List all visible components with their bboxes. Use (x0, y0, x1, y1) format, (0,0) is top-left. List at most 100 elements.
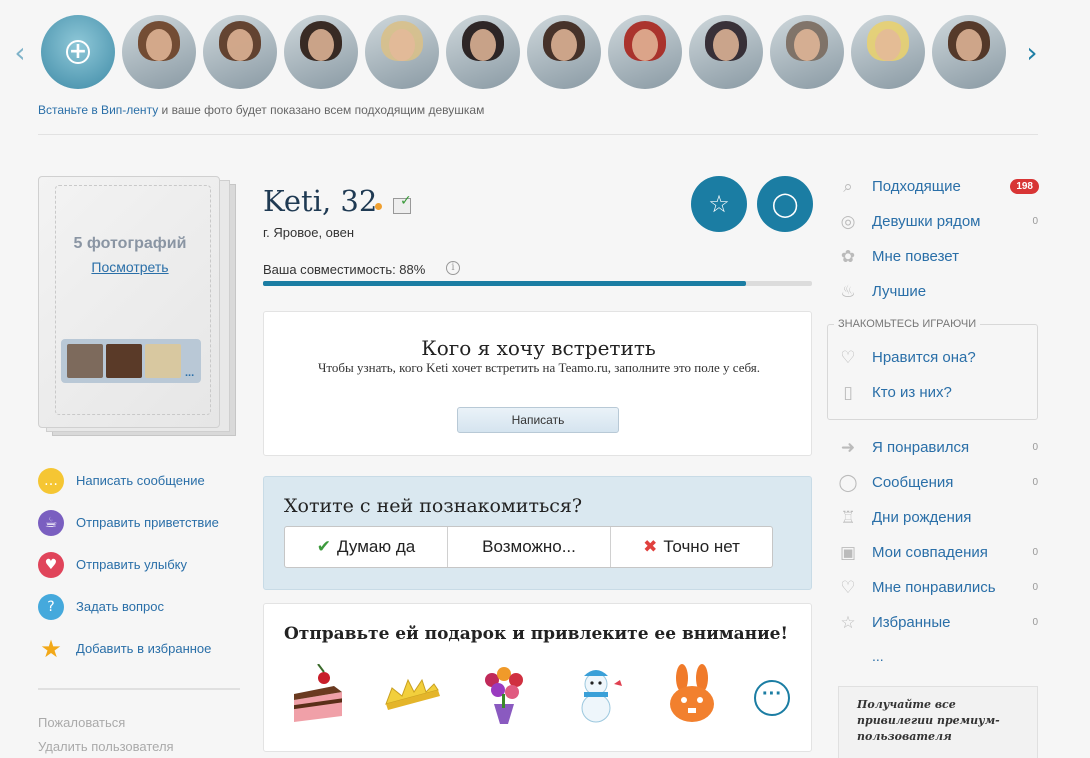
send-message-button[interactable]: ◯ (757, 176, 813, 232)
heart-check-icon: ♡ (840, 578, 856, 598)
wish-text: Чтобы узнать, кого Keti хочет встретить … (317, 360, 761, 375)
more-gifts-button[interactable]: ··· (754, 680, 790, 716)
star-outline-icon: ☆ (708, 190, 730, 218)
nav-count: 0 (1032, 547, 1038, 558)
avatar-photo (308, 29, 334, 61)
nav-item[interactable]: ⌕ Подходящие 198 (838, 177, 1040, 201)
speech-bubble-icon: ◯ (838, 473, 858, 493)
add-favorite-button[interactable]: ☆ (691, 176, 747, 232)
answer-yes-button[interactable]: ✔ Думаю да (285, 527, 447, 567)
nav-item[interactable]: ♨ Лучшие (838, 282, 1040, 306)
profile-action[interactable]: ★ Добавить в избранное (38, 636, 248, 662)
divider (38, 688, 240, 690)
profile-action[interactable]: ? Задать вопрос (38, 594, 248, 620)
vip-avatar[interactable] (284, 15, 358, 89)
vip-avatar[interactable] (527, 15, 601, 89)
vip-avatar[interactable] (689, 15, 763, 89)
vip-note: Встаньте в Вип-ленту и ваше фото будет п… (38, 103, 484, 117)
vip-avatar[interactable] (608, 15, 682, 89)
cross-icon: ✖ (643, 537, 658, 557)
nav-item[interactable]: ♖ Дни рождения (838, 508, 1040, 532)
nav-more-link[interactable]: ... (872, 648, 884, 664)
vip-avatar[interactable] (365, 15, 439, 89)
question-icon: ? (38, 594, 64, 620)
chevron-left-icon[interactable]: ‹ (10, 38, 30, 68)
vip-avatar[interactable] (446, 15, 520, 89)
nav-item[interactable]: ◯ Сообщения 0 (838, 473, 1040, 497)
info-icon[interactable]: i (446, 261, 460, 275)
profile-action-label: Добавить в избранное (76, 641, 212, 656)
nav-item-label: Подходящие (872, 178, 961, 195)
compatibility-bar (263, 281, 812, 286)
nav-item[interactable]: ♡ Мне понравились 0 (838, 578, 1040, 602)
compatibility-label: Ваша совместимость: 88% (263, 262, 426, 277)
profile-action[interactable]: ☕ Отправить приветствие (38, 510, 248, 536)
checkmark-icon: ✔ (316, 537, 332, 557)
answer-maybe-button[interactable]: Возможно... (447, 527, 610, 567)
cake-slice-icon[interactable] (288, 664, 348, 726)
divider (38, 134, 1038, 135)
avatar-photo (389, 29, 415, 61)
answer-no-button[interactable]: ✖ Точно нет (610, 527, 772, 567)
answer-maybe-label: Возможно... (482, 537, 576, 556)
premium-promo-text: Получайте все привилегии премиум-пользов… (857, 698, 1000, 743)
chat-bubble-icon: … (38, 468, 64, 494)
chevron-right-icon[interactable]: › (1022, 38, 1042, 68)
report-link[interactable]: Пожаловаться (38, 715, 125, 730)
delete-user-link[interactable]: Удалить пользователя (38, 739, 174, 754)
profile-location: г. Яровое, овен (263, 225, 355, 240)
wish-title: Кого я хочу встретить (421, 336, 656, 360)
nav-item[interactable]: ➜ Я понравился 0 (838, 438, 1040, 462)
profile-action[interactable]: … Написать сообщение (38, 468, 248, 494)
write-button[interactable]: Написать (457, 407, 619, 433)
album-view-link[interactable]: Посмотреть (39, 259, 221, 275)
flower-bouquet-icon[interactable] (474, 664, 534, 726)
nav-item[interactable]: ▣ Мои совпадения 0 (838, 543, 1040, 567)
bunny-toy-icon[interactable] (662, 664, 722, 726)
nav-item[interactable]: ◎ Девушки рядом 0 (838, 212, 1040, 236)
vip-feed-link[interactable]: Встаньте в Вип-ленту (38, 103, 158, 117)
profile-name: Keti, 32 (263, 184, 378, 218)
wish-card: Кого я хочу встретить Чтобы узнать, кого… (263, 311, 812, 456)
profile-action-label: Отправить приветствие (76, 515, 219, 530)
avatar-photo (956, 29, 982, 61)
vip-avatar[interactable] (122, 15, 196, 89)
star-outline-icon: ☆ (840, 613, 856, 633)
nav-item-label: Мне повезет (872, 248, 959, 265)
vip-avatar[interactable] (851, 15, 925, 89)
premium-promo[interactable]: Получайте все привилегии премиум-пользов… (838, 686, 1038, 758)
photo-thumbnail[interactable] (67, 344, 103, 378)
profile-action[interactable]: ♥ Отправить улыбку (38, 552, 248, 578)
match-card-icon: ▣ (839, 543, 857, 563)
vip-avatar[interactable] (203, 15, 277, 89)
avatar-photo (875, 29, 901, 61)
nav-count: 0 (1032, 582, 1038, 593)
avatar-photo (713, 29, 739, 61)
nav-count: 0 (1032, 216, 1038, 227)
photo-album[interactable]: 5 фотографий Посмотреть ... (38, 176, 238, 438)
snowman-icon[interactable] (566, 664, 626, 726)
nav-item[interactable]: ☆ Избранные 0 (838, 613, 1040, 637)
gift-card: Отправьте ей подарок и привлеките ее вни… (263, 603, 812, 752)
nav-item-label: Девушки рядом (872, 213, 981, 230)
speech-bubble-icon: ◯ (771, 190, 799, 218)
nav-count: 0 (1032, 617, 1038, 628)
profile-action-label: Отправить улыбку (76, 557, 187, 572)
vip-carousel: ‹ + › (0, 12, 1090, 96)
add-vip-avatar-button[interactable]: + (41, 15, 115, 89)
gift-title: Отправьте ей подарок и привлеките ее вни… (284, 624, 788, 644)
nav-item[interactable]: ✿ Мне повезет (838, 247, 1040, 271)
nav-item[interactable]: ♡ Нравится она? (838, 348, 1040, 372)
album-more-indicator: ... (185, 367, 195, 379)
photo-thumbnail[interactable] (106, 344, 142, 378)
vip-avatar[interactable] (932, 15, 1006, 89)
nav-item[interactable]: ▯ Кто из них? (838, 383, 1040, 407)
heart-outline-icon: ♡ (840, 348, 856, 368)
clover-icon: ✿ (840, 247, 856, 267)
avatar-photo (551, 29, 577, 61)
crown-icon[interactable] (382, 664, 442, 726)
answer-yes-label: Думаю да (337, 537, 416, 556)
photo-thumbnail[interactable] (145, 344, 181, 378)
vip-avatar[interactable] (770, 15, 844, 89)
verified-icon (393, 193, 412, 214)
